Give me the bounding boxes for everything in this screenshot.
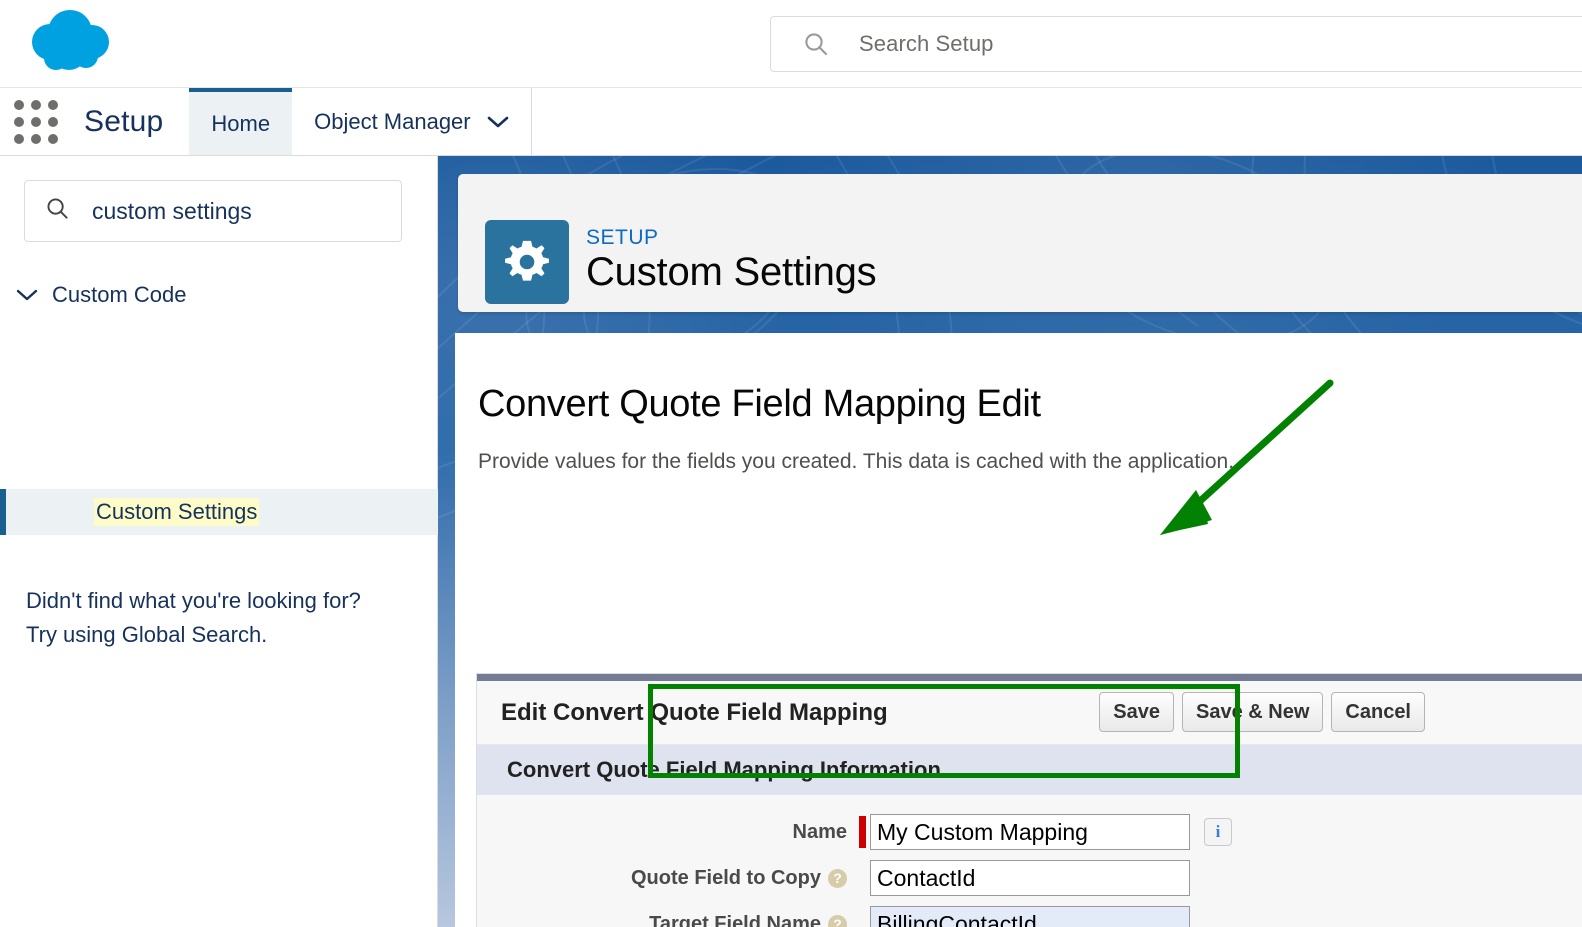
active-indicator xyxy=(0,489,6,535)
field-label-target-field-name-text: Target Field Name xyxy=(649,912,821,927)
name-input[interactable] xyxy=(870,814,1190,850)
field-label-quote-field-to-copy: Quote Field to Copy ? xyxy=(477,867,859,890)
cancel-button[interactable]: Cancel xyxy=(1331,692,1425,732)
field-row-target-field-name: Target Field Name ? xyxy=(477,901,1582,927)
sidebar-footer-note: Didn't find what you're looking for? Try… xyxy=(26,584,418,652)
tab-object-manager[interactable]: Object Manager xyxy=(292,88,532,155)
setup-title: Setup xyxy=(84,104,164,138)
global-header: Search Setup xyxy=(0,0,1582,88)
save-and-new-button[interactable]: Save & New xyxy=(1182,692,1324,732)
panel-header: Edit Convert Quote Field Mapping Save Sa… xyxy=(477,681,1582,745)
field-gutter xyxy=(859,908,866,927)
tab-object-manager-label: Object Manager xyxy=(314,108,471,134)
quick-find-box[interactable]: custom settings xyxy=(24,180,402,242)
content-area: SETUP Custom Settings Convert Quote Fiel… xyxy=(438,156,1582,927)
page-title: Custom Settings xyxy=(586,250,877,294)
record-title: Convert Quote Field Mapping Edit xyxy=(478,383,1041,425)
panel-header-title: Edit Convert Quote Field Mapping xyxy=(501,698,888,726)
help-question-icon[interactable]: ? xyxy=(828,914,847,927)
tab-home-label: Home xyxy=(211,110,271,136)
record-pane: Convert Quote Field Mapping Edit Provide… xyxy=(455,333,1582,927)
save-button[interactable]: Save xyxy=(1099,692,1175,732)
setup-sidebar: custom settings Custom Code Custom Setti… xyxy=(0,156,438,927)
target-field-name-input[interactable] xyxy=(870,906,1190,927)
field-label-quote-field-to-copy-text: Quote Field to Copy xyxy=(631,866,821,889)
sidebar-group-label: Custom Code xyxy=(52,282,187,307)
search-icon xyxy=(803,31,829,57)
salesforce-cloud-logo[interactable] xyxy=(26,8,130,76)
panel-top-accent-bar xyxy=(477,674,1582,681)
search-icon xyxy=(45,196,70,226)
info-icon[interactable]: i xyxy=(1204,818,1232,846)
required-indicator xyxy=(859,816,866,848)
help-question-icon[interactable]: ? xyxy=(828,868,847,888)
chevron-down-icon[interactable] xyxy=(16,288,38,302)
field-gutter xyxy=(859,862,866,894)
gear-icon xyxy=(485,220,569,304)
salesforce-setup-page: Search Setup Setup Home Object Manager c… xyxy=(0,0,1582,927)
panel-button-bar: Save Save & New Cancel xyxy=(1099,692,1425,732)
global-search-placeholder: Search Setup xyxy=(859,31,994,56)
field-row-quote-field-to-copy: Quote Field to Copy ? xyxy=(477,855,1582,901)
global-search-box[interactable]: Search Setup xyxy=(770,16,1582,72)
edit-panel: Edit Convert Quote Field Mapping Save Sa… xyxy=(476,673,1582,927)
field-label-target-field-name: Target Field Name ? xyxy=(477,913,859,927)
setup-nav-bar: Setup Home Object Manager xyxy=(0,88,1582,156)
sidebar-note-line-1: Didn't find what you're looking for? xyxy=(26,588,361,613)
sidebar-note-line-2: Try using Global Search. xyxy=(26,622,268,647)
tab-home[interactable]: Home xyxy=(189,88,293,155)
field-label-name: Name xyxy=(477,821,859,844)
sidebar-group-custom-code[interactable]: Custom Code xyxy=(16,282,187,308)
field-row-name: Name i xyxy=(477,809,1582,855)
quote-field-to-copy-input[interactable] xyxy=(870,860,1190,896)
record-subtitle: Provide values for the fields you create… xyxy=(478,450,1235,473)
quick-find-value: custom settings xyxy=(92,197,252,224)
sidebar-item-custom-settings[interactable]: Custom Settings xyxy=(0,489,438,535)
field-label-name-text: Name xyxy=(792,820,847,843)
sidebar-item-label: Custom Settings xyxy=(94,498,260,526)
page-header-card: SETUP Custom Settings xyxy=(458,174,1582,312)
page-header-eyebrow: SETUP xyxy=(586,226,659,249)
app-launcher-grid-icon[interactable] xyxy=(0,88,62,155)
form-body: Name i Quote Field to Copy ? xyxy=(477,795,1582,927)
chevron-down-icon xyxy=(487,109,509,135)
section-header: Convert Quote Field Mapping Information xyxy=(477,745,1582,795)
